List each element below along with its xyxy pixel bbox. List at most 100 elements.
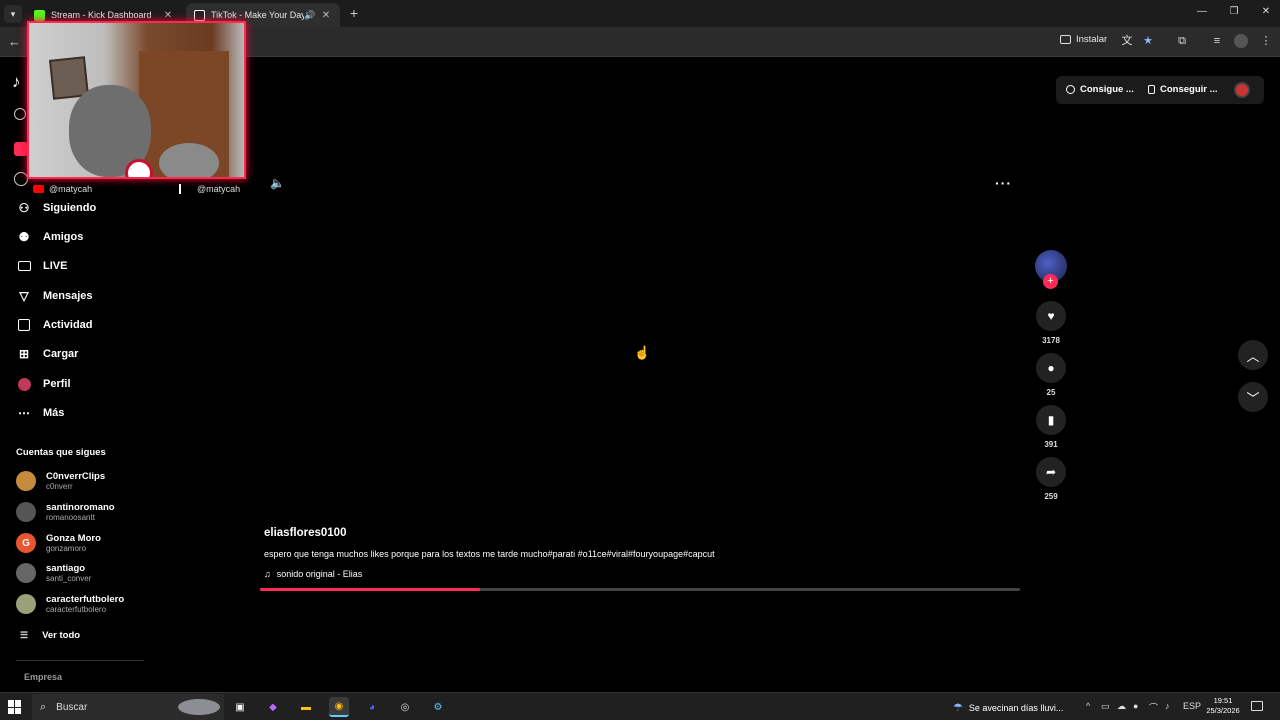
- media-control-icon[interactable]: ≡: [1210, 34, 1224, 48]
- copilot-icon[interactable]: ◆: [263, 697, 283, 717]
- share-count: 259: [1044, 492, 1058, 501]
- install-app-button[interactable]: Instalar: [1060, 34, 1107, 45]
- get-app-button[interactable]: Conseguir ...: [1148, 84, 1218, 95]
- volume-icon[interactable]: 🔈: [270, 176, 285, 190]
- chrome-icon[interactable]: ◉: [329, 697, 349, 717]
- account-username: caracterfutbolero: [46, 605, 107, 614]
- follow-plus-icon[interactable]: +: [1043, 274, 1058, 289]
- tab-title: TikTok - Make Your Day: [211, 10, 304, 20]
- club-logo-icon: [125, 159, 153, 177]
- chevron-up-icon[interactable]: ^: [1086, 701, 1090, 711]
- sidebar-item-label: Siguiendo: [43, 202, 97, 214]
- avatar: [16, 471, 36, 491]
- video-author[interactable]: eliasflores0100: [264, 527, 346, 539]
- windows-taskbar: ⌕ Buscar ▣ ◆ ▬ ◉ ◕ ◎ ⚙ ☂ Se avecinan día…: [0, 692, 1280, 720]
- explore-icon[interactable]: [14, 172, 28, 186]
- network-icon[interactable]: ⌒: [1149, 701, 1158, 714]
- comment-button[interactable]: ●: [1036, 353, 1066, 383]
- music-note-icon: ♫: [264, 569, 271, 579]
- followed-account[interactable]: santiago santi_conver: [16, 563, 91, 583]
- like-count: 3178: [1042, 336, 1060, 345]
- sidebar-item-mas[interactable]: ⋯ Más: [16, 404, 64, 422]
- search-highlight-icon: [178, 699, 220, 715]
- avatar: G: [16, 533, 36, 553]
- minimize-icon[interactable]: —: [1192, 6, 1212, 17]
- divider: [16, 660, 144, 661]
- following-icon: ⚇: [18, 201, 30, 215]
- sidebar-item-actividad[interactable]: Actividad: [16, 316, 93, 334]
- video-sound[interactable]: ♫ sonido original - Elias: [264, 569, 362, 579]
- task-view-icon[interactable]: ▣: [230, 697, 250, 717]
- tab-audio-icon[interactable]: 🔊: [304, 10, 316, 21]
- chevron-down-icon: ﹀: [1246, 390, 1260, 406]
- system-clock[interactable]: 19:51 25/3/2026: [1204, 696, 1242, 716]
- microphone-icon[interactable]: ●: [1133, 701, 1138, 711]
- sidebar-item-cargar[interactable]: ⊞ Cargar: [16, 345, 79, 363]
- next-video-button[interactable]: ﹀: [1238, 382, 1268, 412]
- cloud-icon[interactable]: ☁: [1117, 701, 1126, 712]
- stream-social-handles: @matycah @matycah: [33, 184, 248, 196]
- account-username: gonzamoro: [46, 544, 87, 553]
- avatar: [16, 563, 36, 583]
- for-you-icon[interactable]: [14, 142, 28, 156]
- sidebar-item-label: Perfil: [43, 378, 71, 390]
- save-button[interactable]: ▮: [1036, 405, 1066, 435]
- more-options-icon[interactable]: ···: [995, 175, 1012, 191]
- followed-account[interactable]: G Gonza Moro gonzamoro: [16, 533, 101, 553]
- account-username: santi_conver: [46, 574, 92, 583]
- close-window-icon[interactable]: ✕: [1256, 6, 1276, 17]
- activity-icon: [16, 317, 32, 333]
- friends-icon: ⚉: [18, 230, 30, 244]
- user-avatar[interactable]: [1234, 82, 1250, 98]
- bookmark-icon: ▮: [1047, 413, 1055, 427]
- more-icon: ⋯: [18, 406, 30, 420]
- footer-heading[interactable]: Empresa: [24, 672, 62, 682]
- previous-video-button[interactable]: ︿: [1238, 340, 1268, 370]
- sidebar-item-amigos[interactable]: ⚉ Amigos: [16, 228, 84, 246]
- followed-account[interactable]: caracterfutbolero caracterfutbolero: [16, 594, 124, 614]
- youtube-icon: [33, 185, 44, 193]
- discord-icon[interactable]: ◕: [362, 697, 382, 717]
- obs-icon[interactable]: ◎: [395, 697, 415, 717]
- restore-icon[interactable]: ❐: [1224, 6, 1244, 17]
- translate-icon[interactable]: 文: [1120, 34, 1134, 48]
- sidebar-item-live[interactable]: LIVE: [16, 257, 67, 275]
- tiktok-icon: [179, 184, 187, 194]
- avatar: [16, 502, 36, 522]
- language-indicator[interactable]: ESP: [1183, 701, 1201, 711]
- followed-account[interactable]: C0nverrClips c0nverr: [16, 471, 105, 491]
- search-placeholder: Buscar: [56, 701, 88, 713]
- close-tab-icon[interactable]: ✕: [320, 10, 332, 21]
- extensions-icon[interactable]: ⧉: [1175, 34, 1189, 48]
- sidebar-item-perfil[interactable]: Perfil: [16, 375, 71, 393]
- search-icon[interactable]: [14, 108, 26, 120]
- avatar: [16, 594, 36, 614]
- video-caption: espero que tenga muchos likes porque par…: [264, 549, 715, 559]
- tab-search-button[interactable]: ▾: [4, 5, 22, 23]
- hand-cursor-icon: ☝: [634, 345, 651, 360]
- get-coins-button[interactable]: Consigue ...: [1066, 84, 1134, 95]
- see-all-button[interactable]: ☰ Ver todo: [20, 630, 80, 641]
- profile-avatar[interactable]: [1234, 34, 1248, 48]
- weather-widget[interactable]: ☂ Se avecinan días lluvi...: [953, 701, 1063, 714]
- share-button[interactable]: ➦: [1036, 457, 1066, 487]
- followed-account[interactable]: santinoromano romanoosantt: [16, 502, 115, 522]
- speaker-icon[interactable]: ♪: [1165, 701, 1170, 711]
- windows-start-icon[interactable]: [8, 700, 22, 714]
- new-tab-button[interactable]: +: [346, 5, 362, 21]
- bookmark-star-icon[interactable]: ★: [1141, 34, 1155, 48]
- video-progress-bar[interactable]: [260, 588, 1020, 591]
- close-tab-icon[interactable]: ✕: [162, 10, 174, 21]
- file-explorer-icon[interactable]: ▬: [296, 697, 316, 717]
- notification-center-icon[interactable]: [1251, 701, 1263, 711]
- back-arrow-icon[interactable]: ←: [8, 34, 21, 49]
- sidebar-item-mensajes[interactable]: ▽ Mensajes: [16, 287, 92, 305]
- sidebar-item-siguiendo[interactable]: ⚇ Siguiendo: [16, 199, 97, 217]
- menu-kebab-icon[interactable]: ⋮: [1259, 34, 1273, 48]
- device-icon[interactable]: ▭: [1101, 701, 1110, 712]
- sidebar-item-label: Actividad: [43, 319, 93, 331]
- tiktok-logo-icon[interactable]: ♪: [12, 72, 21, 92]
- comment-icon: ●: [1047, 361, 1055, 375]
- like-button[interactable]: ♥: [1036, 301, 1066, 331]
- steam-icon[interactable]: ⚙: [428, 697, 448, 717]
